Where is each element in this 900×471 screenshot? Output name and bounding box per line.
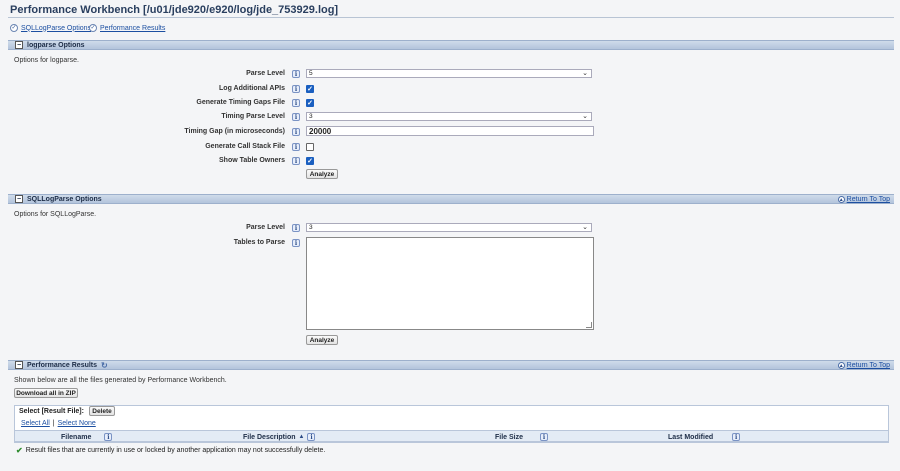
info-icon[interactable]: i bbox=[292, 85, 300, 93]
logparse-section-header: − logparse Options bbox=[8, 40, 894, 50]
collapse-icon[interactable]: − bbox=[15, 361, 23, 369]
nav-sqllogparse-label[interactable]: SQLLogParse Options bbox=[21, 25, 91, 32]
chevron-down-icon: ⌄ bbox=[582, 113, 588, 120]
parse-level-value: 5 bbox=[309, 70, 313, 77]
parse-level-label: Parse Level bbox=[246, 70, 285, 77]
return-to-top-link[interactable]: ▲ Return To Top bbox=[837, 195, 890, 204]
column-last-modified-label: Last Modified bbox=[668, 433, 714, 441]
info-icon[interactable]: i bbox=[292, 224, 300, 232]
nav-sqllogparse-options[interactable]: ✓ SQLLogParse Options bbox=[10, 24, 91, 32]
log-additional-apis-checkbox[interactable]: ✓ bbox=[306, 85, 314, 93]
timing-parse-level-value: 3 bbox=[309, 113, 313, 120]
logparse-analyze-button[interactable]: Analyze bbox=[306, 169, 338, 179]
timing-parse-level-select[interactable]: 3 ⌄ bbox=[306, 112, 592, 121]
sql-parse-level-select[interactable]: 3 ⌄ bbox=[306, 223, 592, 232]
tables-to-parse-textarea[interactable] bbox=[306, 237, 594, 330]
sqllogparse-section-title: SQLLogParse Options bbox=[27, 195, 102, 203]
return-to-top-link[interactable]: ▲ Return To Top bbox=[837, 361, 890, 370]
sql-parse-level-label: Parse Level bbox=[246, 224, 285, 231]
info-icon[interactable]: i bbox=[292, 157, 300, 165]
column-header-file-description[interactable]: File Description ▲ i bbox=[243, 433, 316, 441]
column-file-size-label: File Size bbox=[495, 433, 524, 441]
parse-level-select[interactable]: 5 ⌄ bbox=[306, 69, 592, 78]
resize-handle-icon[interactable] bbox=[586, 322, 592, 328]
column-header-file-size[interactable]: File Size i bbox=[495, 433, 549, 441]
collapse-icon[interactable]: − bbox=[15, 195, 23, 203]
info-icon[interactable]: i bbox=[307, 433, 316, 441]
chevron-down-icon: ⌄ bbox=[582, 224, 588, 231]
title-divider bbox=[8, 17, 894, 18]
logparse-section-title: logparse Options bbox=[27, 41, 85, 49]
selection-links: Select All | Select None bbox=[21, 420, 96, 427]
up-arrow-icon: ▲ bbox=[837, 362, 845, 369]
info-icon[interactable]: i bbox=[292, 99, 300, 107]
delete-button[interactable]: Delete bbox=[89, 406, 115, 416]
results-section-title: Performance Results bbox=[27, 361, 98, 369]
info-icon[interactable]: i bbox=[540, 433, 549, 441]
generate-timing-gaps-label: Generate Timing Gaps File bbox=[196, 99, 285, 106]
info-icon[interactable]: i bbox=[104, 433, 113, 441]
column-header-filename[interactable]: Filename i bbox=[61, 433, 113, 441]
circle-chevron-icon: ✓ bbox=[89, 24, 97, 32]
results-table-header: Filename i File Description ▲ i File Siz… bbox=[14, 430, 889, 442]
sql-parse-level-value: 3 bbox=[309, 224, 313, 231]
log-additional-apis-label: Log Additional APIs bbox=[219, 85, 285, 92]
generate-call-stack-checkbox[interactable] bbox=[306, 143, 314, 151]
column-file-description-label: File Description bbox=[243, 433, 296, 441]
nav-performance-results-label[interactable]: Performance Results bbox=[100, 25, 165, 32]
select-none-link[interactable]: Select None bbox=[58, 420, 96, 427]
nav-performance-results[interactable]: ✓ Performance Results bbox=[89, 24, 165, 32]
selection-separator: | bbox=[52, 420, 55, 427]
download-all-zip-button[interactable]: Download all in ZIP bbox=[14, 388, 78, 398]
refresh-icon[interactable]: ↻ bbox=[101, 361, 108, 370]
results-description: Shown below are all the files generated … bbox=[14, 377, 227, 384]
chevron-down-icon: ⌄ bbox=[582, 70, 588, 77]
results-section-header: − Performance Results ↻ ▲ Return To Top bbox=[8, 360, 894, 370]
select-result-file-label: Select [Result File]: bbox=[19, 408, 84, 415]
generate-timing-gaps-checkbox[interactable]: ✓ bbox=[306, 99, 314, 107]
return-to-top-label[interactable]: Return To Top bbox=[847, 362, 890, 369]
logparse-description: Options for logparse. bbox=[14, 57, 79, 64]
show-table-owners-checkbox[interactable]: ✓ bbox=[306, 157, 314, 165]
info-icon[interactable]: i bbox=[292, 113, 300, 121]
select-all-link[interactable]: Select All bbox=[21, 420, 50, 427]
sqllogparse-section-header: − SQLLogParse Options ▲ Return To Top bbox=[8, 194, 894, 204]
timing-gap-input[interactable]: 20000 bbox=[306, 126, 594, 136]
collapse-icon[interactable]: − bbox=[15, 41, 23, 49]
info-icon[interactable]: i bbox=[292, 143, 300, 151]
page-title: Performance Workbench [/u01/jde920/e920/… bbox=[10, 4, 339, 16]
delete-warning: ✔ Result files that are currently in use… bbox=[16, 446, 325, 455]
up-arrow-icon: ▲ bbox=[837, 196, 845, 203]
info-icon[interactable]: i bbox=[732, 433, 741, 441]
sqllogparse-analyze-button[interactable]: Analyze bbox=[306, 335, 338, 345]
info-icon[interactable]: i bbox=[292, 70, 300, 78]
delete-warning-text: Result files that are currently in use o… bbox=[25, 447, 326, 454]
circle-chevron-icon: ✓ bbox=[10, 24, 18, 32]
tables-to-parse-label: Tables to Parse bbox=[233, 239, 285, 246]
generate-call-stack-label: Generate Call Stack File bbox=[205, 143, 285, 150]
column-header-last-modified[interactable]: Last Modified i bbox=[668, 433, 741, 441]
timing-gap-label: Timing Gap (in microseconds) bbox=[184, 128, 285, 135]
return-to-top-label[interactable]: Return To Top bbox=[847, 196, 890, 203]
sort-ascending-icon[interactable]: ▲ bbox=[299, 434, 305, 440]
checkmark-icon: ✔ bbox=[16, 446, 23, 455]
column-filename-label: Filename bbox=[61, 433, 92, 441]
timing-parse-level-label: Timing Parse Level bbox=[221, 113, 285, 120]
timing-gap-value: 20000 bbox=[309, 126, 332, 136]
info-icon[interactable]: i bbox=[292, 239, 300, 247]
sqllogparse-description: Options for SQLLogParse. bbox=[14, 211, 97, 218]
info-icon[interactable]: i bbox=[292, 128, 300, 136]
show-table-owners-label: Show Table Owners bbox=[219, 157, 285, 164]
